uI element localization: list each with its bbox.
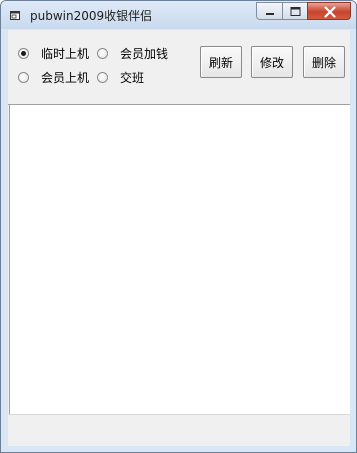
app-window: pubwin2009收银伴侣 临时上机 会员加钱 会员上机 交班 刷新 修改 删… <box>0 0 357 453</box>
status-bar <box>8 414 350 446</box>
window-title: pubwin2009收银伴侣 <box>30 9 153 23</box>
delete-button[interactable]: 删除 <box>303 46 345 78</box>
content-area[interactable] <box>9 105 350 414</box>
radio-member-login[interactable]: 会员上机 <box>18 69 89 86</box>
radio-member-topup[interactable]: 会员加钱 <box>97 45 168 62</box>
close-button[interactable] <box>307 2 351 20</box>
edit-button[interactable]: 修改 <box>251 46 293 78</box>
title-bar[interactable]: pubwin2009收银伴侣 <box>1 1 356 29</box>
radio-member-login-label: 会员上机 <box>41 71 90 85</box>
close-icon <box>324 6 336 18</box>
maximize-button[interactable] <box>282 2 307 20</box>
radio-temp-login-label: 临时上机 <box>41 47 90 61</box>
app-window-icon <box>10 11 20 20</box>
caption-buttons <box>256 2 351 21</box>
maximize-icon <box>290 7 301 16</box>
options-panel: 临时上机 会员加钱 会员上机 交班 刷新 修改 删除 <box>8 30 350 104</box>
refresh-button[interactable]: 刷新 <box>200 46 242 78</box>
radio-temp-login[interactable]: 临时上机 <box>18 45 89 62</box>
radio-indicator <box>97 72 108 83</box>
radio-indicator <box>18 48 29 59</box>
client-area: 临时上机 会员加钱 会员上机 交班 刷新 修改 删除 <box>8 30 350 446</box>
radio-shift-change[interactable]: 交班 <box>97 69 144 86</box>
radio-indicator <box>18 72 29 83</box>
radio-member-topup-label: 会员加钱 <box>120 47 169 61</box>
minimize-icon <box>266 13 274 15</box>
radio-shift-change-label: 交班 <box>120 71 145 85</box>
minimize-button[interactable] <box>256 2 282 20</box>
radio-indicator <box>97 48 108 59</box>
